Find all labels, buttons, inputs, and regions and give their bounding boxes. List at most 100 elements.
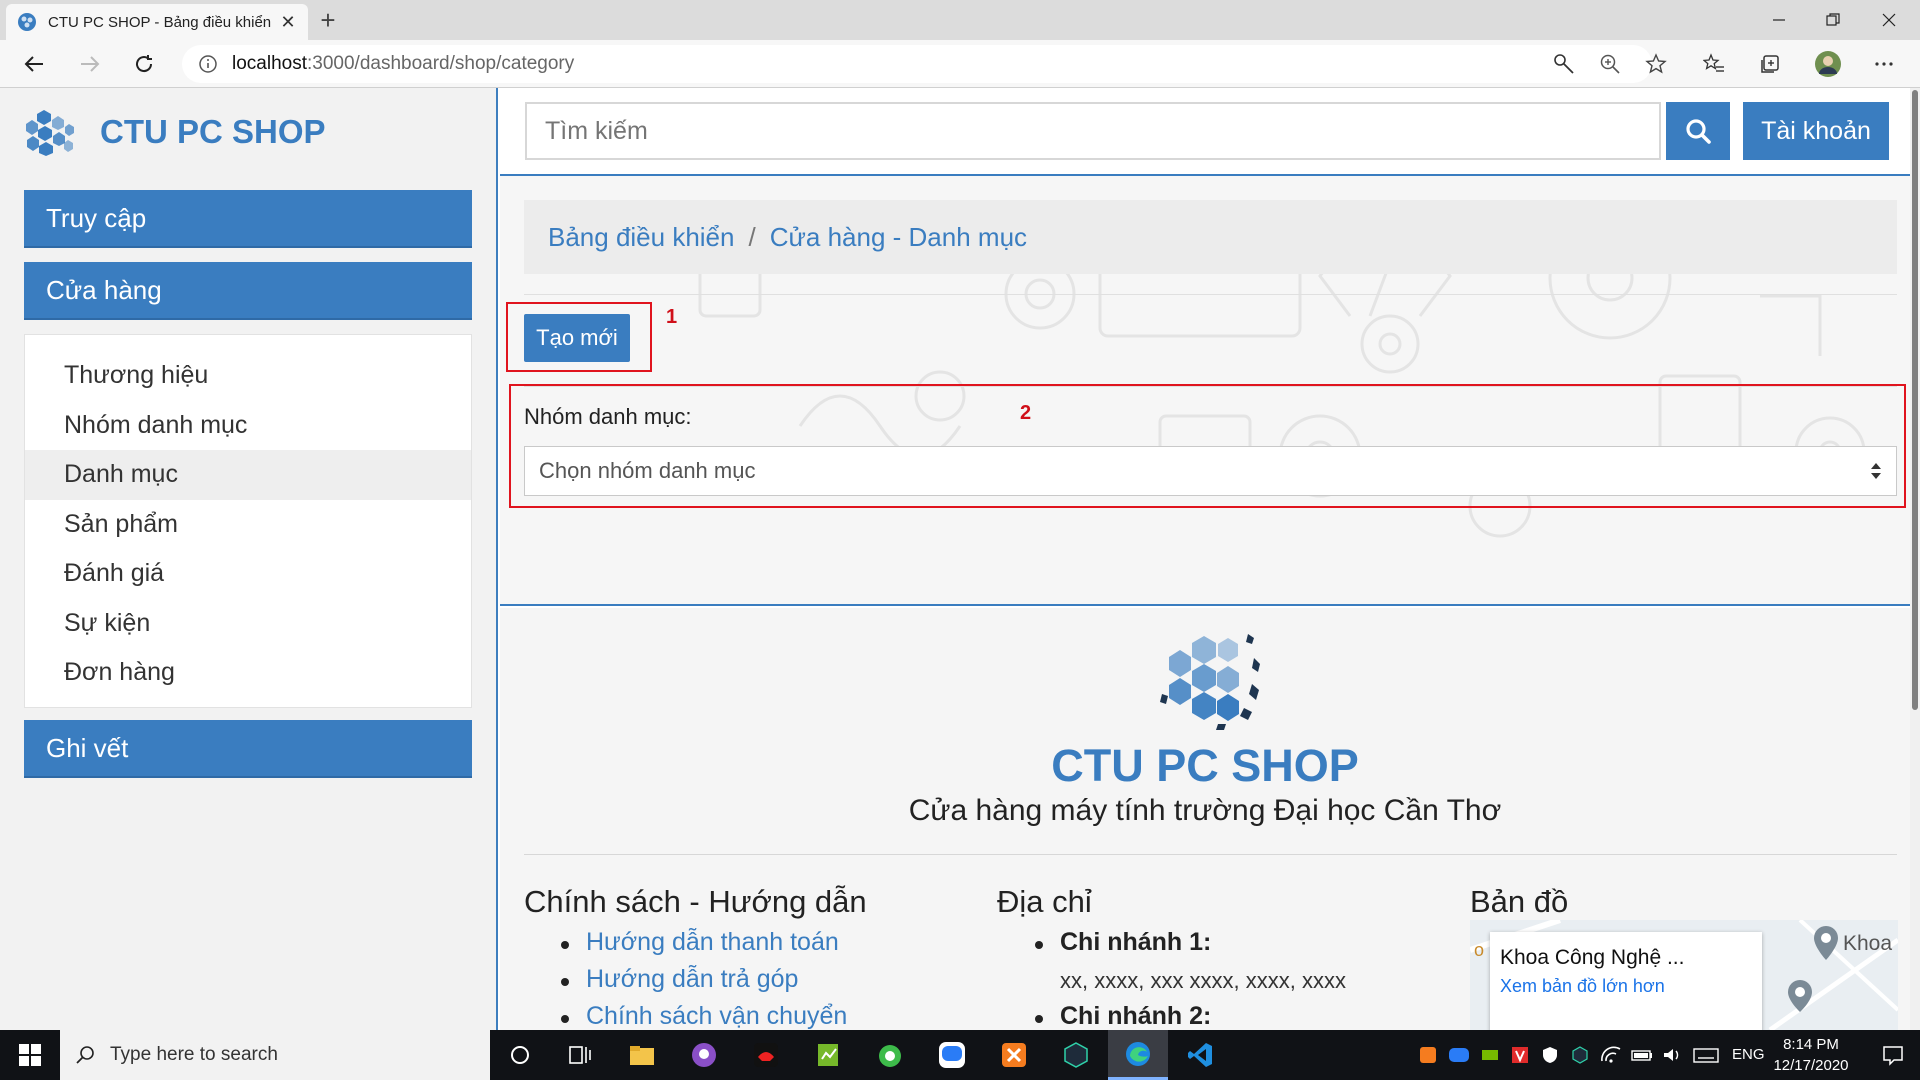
favorites-list-button[interactable] [1696, 46, 1732, 82]
map-edge-letter: o [1474, 940, 1485, 960]
nox-tray-icon[interactable] [1570, 1045, 1590, 1065]
restore-button[interactable] [1806, 0, 1860, 40]
refresh-button[interactable] [126, 46, 162, 82]
notifications-button[interactable] [1866, 1030, 1920, 1080]
footer-brand: CTU PC SHOP [1051, 740, 1359, 791]
footer-logo-icon [1160, 634, 1260, 730]
search-button[interactable] [1666, 102, 1730, 160]
page-scrollbar[interactable] [1910, 88, 1920, 1030]
list-bullet [1035, 1015, 1043, 1023]
edge-icon [1126, 1041, 1150, 1066]
breadcrumb-dashboard[interactable]: Bảng điều khiển [548, 222, 734, 253]
xampp-tray-icon[interactable] [1418, 1045, 1438, 1065]
forward-button[interactable] [72, 46, 108, 82]
scrollbar-thumb[interactable] [1912, 90, 1918, 710]
minimize-button[interactable] [1752, 0, 1806, 40]
category-group-label: Nhóm danh mục: [524, 404, 692, 429]
notepad-button[interactable] [798, 1030, 858, 1080]
url-field[interactable]: localhost:3000/dashboard/shop/category [182, 45, 1652, 83]
link-installment-guide[interactable]: Hướng dẫn trả góp [586, 965, 798, 994]
sidebar-button-logs[interactable]: Ghi vết [24, 720, 472, 778]
collections-button[interactable] [1752, 46, 1788, 82]
key-icon [1554, 54, 1574, 74]
favorite-button[interactable] [1638, 46, 1674, 82]
sidebar-item-events[interactable]: Sự kiện [25, 599, 471, 649]
refresh-icon [136, 55, 153, 73]
taskbar-search[interactable]: Type here to search [60, 1030, 490, 1080]
start-button[interactable] [0, 1030, 60, 1080]
tab-title: CTU PC SHOP - Bảng điều khiển [48, 13, 272, 31]
zalo-tray-icon[interactable] [1448, 1045, 1470, 1065]
battery-icon[interactable] [1630, 1045, 1654, 1065]
breadcrumb-shop-category[interactable]: Cửa hàng - Danh mục [770, 222, 1027, 253]
annotation-label-2: 2 [1020, 402, 1032, 424]
close-window-button[interactable] [1862, 0, 1916, 40]
map-place-name: Khoa Công Nghệ ... [1500, 946, 1685, 969]
footer-tagline: Cửa hàng máy tính trường Đại học Cần Thơ [908, 794, 1502, 827]
sidebar-item-products[interactable]: Sản phẩm [25, 500, 471, 550]
tab-close-icon[interactable]: ✕ [278, 12, 298, 33]
vscode-icon [1188, 1043, 1212, 1067]
garena-button[interactable] [736, 1030, 796, 1080]
map-pin-icon [1814, 926, 1838, 960]
xampp-button[interactable] [984, 1030, 1044, 1080]
wifi-icon[interactable] [1600, 1045, 1622, 1065]
web-page: CTU PC SHOP Truy cập Cửa hàng Thương hiệ… [0, 88, 1920, 1030]
search-input[interactable] [525, 102, 1661, 160]
embedded-map[interactable]: o Khoa Công Nghệ ... Xem bản đồ lớn hơn … [1470, 920, 1898, 1030]
breadcrumb-separator: / [748, 221, 756, 252]
profile-button[interactable] [1810, 46, 1846, 82]
shield-icon[interactable] [1540, 1045, 1560, 1065]
select-arrows-icon [1871, 463, 1881, 479]
back-button[interactable] [16, 46, 52, 82]
sidebar-item-brands[interactable]: Thương hiệu [25, 351, 471, 401]
category-group-select[interactable]: Chọn nhóm danh mục [524, 446, 1897, 496]
branch-2-label: Chi nhánh 2: [1060, 1002, 1212, 1030]
coccoc-button[interactable] [860, 1030, 920, 1080]
link-payment-guide[interactable]: Hướng dẫn thanh toán [586, 928, 839, 957]
v-tray-icon[interactable] [1510, 1045, 1530, 1065]
find-key-button[interactable] [1546, 46, 1582, 82]
map-larger-link[interactable]: Xem bản đồ lớn hơn [1500, 976, 1762, 997]
link-shipping-policy[interactable]: Chính sách vận chuyển [586, 1002, 847, 1030]
edge-button[interactable] [1108, 1030, 1168, 1080]
sidebar-item-category-groups[interactable]: Nhóm danh mục [25, 401, 471, 451]
nox-button[interactable] [1046, 1030, 1106, 1080]
sidebar-button-access[interactable]: Truy cập [24, 190, 472, 248]
sidebar-button-shop[interactable]: Cửa hàng [24, 262, 472, 320]
sidebar-item-reviews[interactable]: Đánh giá [25, 549, 471, 599]
minimize-icon [1773, 19, 1785, 21]
new-tab-button[interactable]: + [316, 6, 340, 34]
account-button[interactable]: Tài khoản [1743, 102, 1889, 160]
file-explorer-button[interactable] [612, 1030, 672, 1080]
github-desktop-button[interactable] [674, 1030, 734, 1080]
keyboard-icon[interactable] [1692, 1045, 1720, 1065]
cortana-button[interactable] [490, 1030, 550, 1080]
sidebar-item-categories[interactable]: Danh mục [25, 450, 471, 500]
volume-icon[interactable] [1662, 1045, 1684, 1065]
url-text: localhost:3000/dashboard/shop/category [232, 53, 575, 74]
task-view-button[interactable] [550, 1030, 610, 1080]
logo-icon [26, 110, 74, 156]
input-language[interactable]: ENG [1732, 1046, 1765, 1063]
clock-time: 8:14 PM [1783, 1036, 1839, 1053]
taskbar-clock[interactable]: 8:14 PM 12/17/2020 [1764, 1034, 1858, 1076]
brand[interactable]: CTU PC SHOP [24, 108, 326, 156]
sidebar-item-orders[interactable]: Đơn hàng [25, 648, 471, 698]
vscode-button[interactable] [1170, 1030, 1230, 1080]
zalo-button[interactable] [922, 1030, 982, 1080]
close-icon [1882, 13, 1896, 27]
info-icon [199, 55, 217, 73]
system-tray [1418, 1030, 1720, 1080]
notepad-icon [818, 1044, 838, 1066]
xampp-icon [1002, 1043, 1026, 1067]
browser-tab[interactable]: CTU PC SHOP - Bảng điều khiển ✕ [6, 4, 308, 40]
zoom-in-icon [1600, 54, 1620, 74]
nvidia-tray-icon[interactable] [1480, 1045, 1500, 1065]
more-menu-button[interactable] [1866, 46, 1902, 82]
select-placeholder: Chọn nhóm danh mục [539, 458, 756, 483]
cortana-icon [511, 1046, 529, 1064]
zoom-button[interactable] [1592, 46, 1628, 82]
map-title: Bản đồ [1470, 884, 1569, 919]
create-new-button[interactable]: Tạo mới [524, 314, 630, 362]
